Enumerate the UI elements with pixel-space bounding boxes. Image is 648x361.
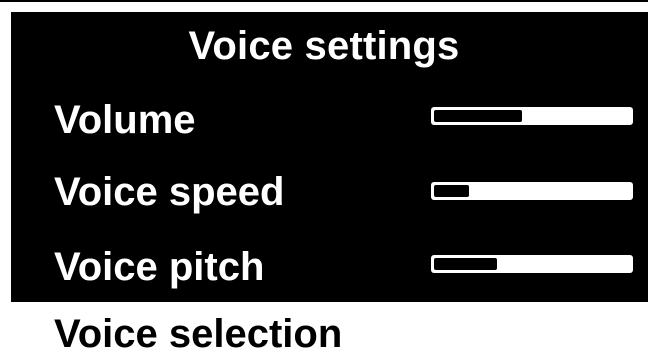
top-divider <box>0 0 648 2</box>
volume-label: Volume <box>54 98 196 142</box>
voice-selection-item[interactable]: Voice selection <box>54 310 342 358</box>
page-title: Voice settings <box>188 24 460 68</box>
voice-pitch-label: Voice pitch <box>54 245 265 289</box>
voice-speed-label: Voice speed <box>54 170 285 214</box>
voice-pitch-slider-fill <box>434 258 497 270</box>
volume-slider[interactable] <box>431 107 633 125</box>
voice-pitch-slider[interactable] <box>431 255 633 273</box>
voice-speed-slider-fill <box>434 185 469 197</box>
voice-speed-slider[interactable] <box>431 182 633 200</box>
volume-slider-fill <box>434 110 522 122</box>
